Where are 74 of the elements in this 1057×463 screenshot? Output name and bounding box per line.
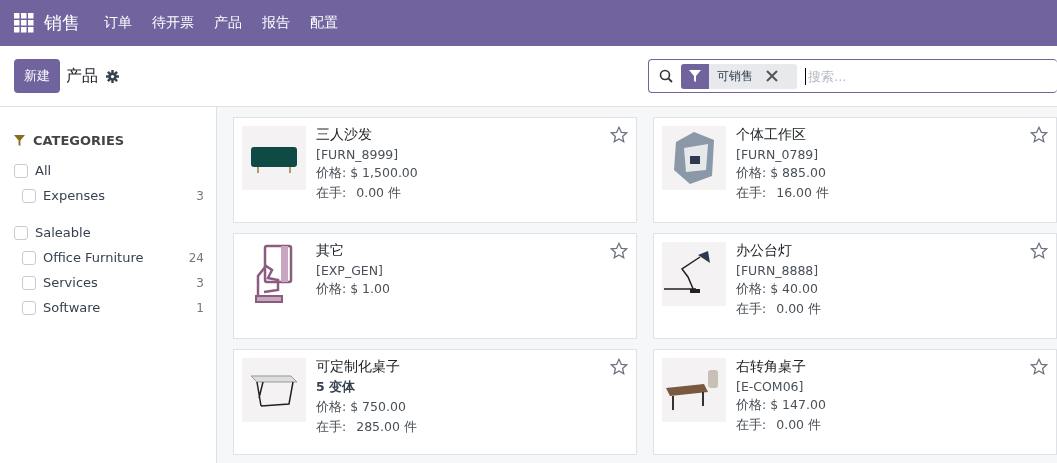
product-name: 其它 [316,242,345,260]
menu-item[interactable]: 产品 [204,14,252,32]
star-icon[interactable] [1030,242,1048,260]
product-reference: [FURN_8999] [316,147,400,162]
on-hand-label: 在手: [316,185,347,202]
variant-count: 5 变体 [316,379,357,396]
product-name: 右转角桌子 [736,358,807,376]
product-price: 价格: $ 1.00 [316,281,390,298]
product-price: 价格: $ 1,500.00 [316,165,418,182]
app-grid-icon[interactable] [14,13,34,33]
product-price: 价格: $ 147.00 [736,397,826,414]
checkbox[interactable] [22,188,36,203]
category-count: 1 [196,300,204,315]
star-icon[interactable] [1030,126,1048,144]
star-icon[interactable] [610,358,628,376]
breadcrumb: 产品 [66,65,98,87]
checkbox[interactable] [22,300,36,315]
menu-item[interactable]: 配置 [300,14,348,32]
product-card[interactable]: 可定制化桌子 5 变体 价格: $ 750.00 在手: 285.00 件 [233,349,637,455]
app-name: 销售 [44,11,80,35]
sidebar-title: CATEGORIES [33,133,125,148]
on-hand-quantity: 16.00 件 [776,185,829,202]
search-field[interactable]: 可销售 搜索... [648,59,1057,93]
product-name: 办公台灯 [736,242,793,260]
product-price: 价格: $ 885.00 [736,165,827,182]
star-icon[interactable] [1030,358,1048,376]
product-name: 三人沙发 [316,126,373,144]
product-card[interactable]: 办公台灯 [FURN_8888] 价格: $ 40.00 在手: 0.00 件 [653,233,1057,339]
search-icon [659,69,673,83]
star-icon[interactable] [610,242,628,260]
menu-item[interactable]: 订单 [94,14,142,32]
checkbox[interactable] [22,275,36,290]
on-hand-quantity: 0.00 件 [356,185,402,202]
product-card[interactable]: 三人沙发 [FURN_8999] 价格: $ 1,500.00 在手: 0.00 件 [233,117,637,223]
filter-icon [14,135,25,146]
new-button[interactable]: 新建 [14,59,60,93]
filter-icon [689,70,701,82]
product-reference: [E-COM06] [736,379,805,394]
product-reference: [FURN_0789] [736,147,820,162]
facet-label: 可销售 [716,67,754,85]
product-name: 个体工作区 [736,126,807,144]
checkbox[interactable] [14,225,28,240]
product-reference: [EXP_GEN] [316,263,384,278]
product-card[interactable]: 右转角桌子 [E-COM06] 价格: $ 147.00 在手: 0.00 件 [653,349,1057,455]
on-hand-label: 在手: [316,419,347,436]
product-reference: [FURN_8888] [736,263,820,278]
category-count: 3 [196,275,204,290]
on-hand-quantity: 0.00 件 [776,417,822,434]
category-label[interactable]: Expenses [43,188,105,203]
menu-item[interactable]: 报告 [252,14,300,32]
settings-icon[interactable] [106,69,119,83]
on-hand-label: 在手: [736,301,767,318]
product-name: 可定制化桌子 [316,358,401,376]
on-hand-quantity: 0.00 件 [776,301,822,318]
category-label[interactable]: Saleable [35,225,91,240]
on-hand-label: 在手: [736,417,767,434]
product-card[interactable]: 个体工作区 [FURN_0789] 价格: $ 885.00 在手: 16.00 件 [653,117,1057,223]
star-icon[interactable] [610,126,628,144]
category-label[interactable]: Services [43,275,98,290]
category-count: 24 [188,250,204,265]
on-hand-quantity: 285.00 件 [356,419,417,436]
menu-item[interactable]: 待开票 [142,14,204,32]
product-card[interactable]: 其它 [EXP_GEN] 价格: $ 1.00 [233,233,637,339]
category-label[interactable]: All [35,163,52,178]
category-count: 3 [196,188,204,203]
hand-holding-card-icon [254,244,294,304]
on-hand-label: 在手: [736,185,767,202]
checkbox[interactable] [22,250,36,265]
table-picture [249,372,299,408]
checkbox[interactable] [14,163,28,178]
product-price: 价格: $ 40.00 [736,281,819,298]
category-label[interactable]: Office Furniture [43,250,144,265]
product-price: 价格: $ 750.00 [316,399,407,416]
category-label[interactable]: Software [43,300,101,315]
